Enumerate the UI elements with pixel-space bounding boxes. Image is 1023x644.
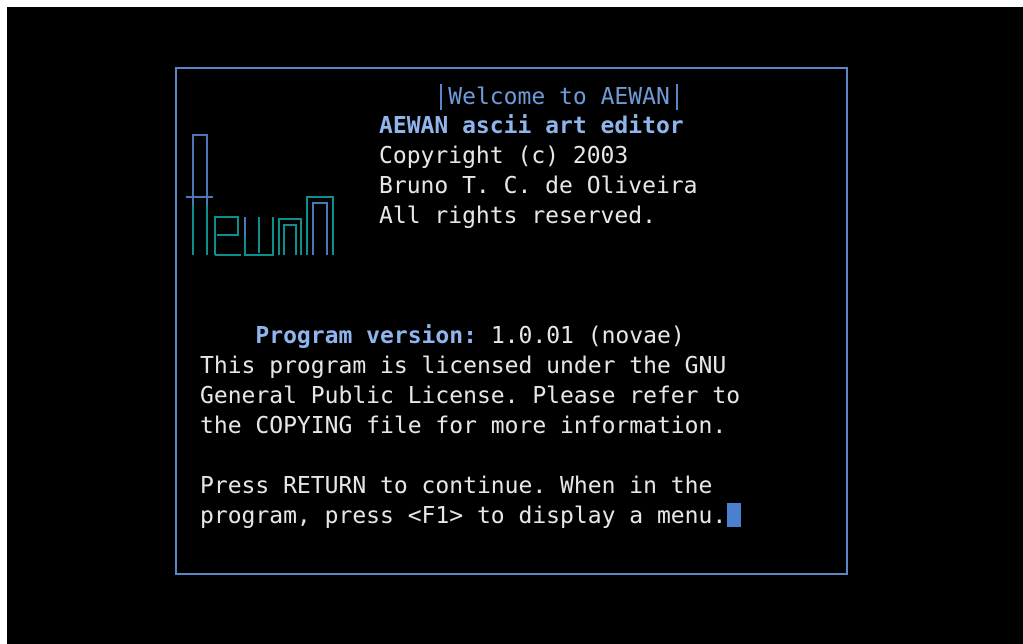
text-cursor (727, 503, 742, 527)
version-value: 1.0.01 (novae) (490, 323, 685, 349)
license-line-2: General Public License. Please refer to (200, 383, 741, 409)
dialog-title-text: Welcome to AEWAN (440, 84, 678, 110)
aewan-logo-icon (186, 134, 334, 256)
instruction-line-1: Press RETURN to continue. When in the (200, 473, 713, 499)
license-line-3: the COPYING file for more information. (200, 413, 727, 439)
app-name: AEWAN ascii art editor (379, 113, 684, 139)
license-line-1: This program is licensed under the GNU (200, 353, 727, 379)
version-line: Program version: 1.0.01 (novae) (200, 291, 684, 349)
version-label: Program version: (255, 323, 477, 349)
terminal-screen: Welcome to AEWAN AEWAN ascii art editor … (7, 7, 1023, 644)
author-text: Bruno T. C. de Oliveira (379, 173, 698, 199)
instruction-line-2-text: program, press <F1> to display a menu. (200, 503, 727, 529)
rights-text: All rights reserved. (379, 203, 656, 229)
copyright-text: Copyright (c) 2003 (379, 143, 629, 169)
instruction-line-2: program, press <F1> to display a menu. (200, 501, 742, 531)
